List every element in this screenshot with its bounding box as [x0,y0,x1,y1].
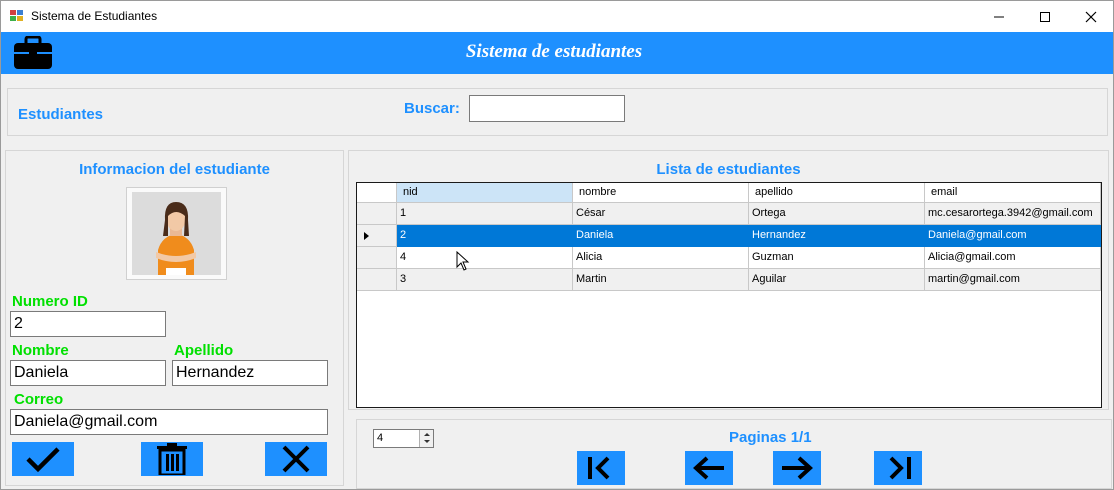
cell-email[interactable]: mc.cesarortega.3942@gmail.com [925,203,1101,225]
close-icon [1085,11,1097,22]
x-icon [282,445,310,473]
save-button[interactable] [12,442,74,476]
prev-page-button[interactable] [685,451,733,485]
cell-nid[interactable]: 2 [397,225,573,247]
student-info-panel: Informacion del estudiante Numero ID 2 N… [5,150,344,486]
first-page-icon [588,456,610,480]
spin-down-icon[interactable] [421,438,433,446]
form-title: Informacion del estudiante [79,161,270,178]
next-page-icon [782,456,813,480]
minimize-button[interactable] [976,1,1022,32]
cell-nid[interactable]: 4 [397,247,573,269]
student-photo-frame [126,187,227,280]
trash-icon [157,443,187,475]
window-title: Sistema de Estudiantes [31,9,158,23]
column-header-apellido[interactable]: apellido [749,183,925,203]
check-icon [26,447,60,473]
cell-apellido[interactable]: Ortega [749,203,925,225]
next-page-button[interactable] [773,451,821,485]
main-window: Sistema de Estudiantes Sistema de estudi… [0,0,1114,490]
page-size-value: 4 [377,432,384,444]
search-panel: Estudiantes Buscar: [7,88,1108,136]
cell-nombre[interactable]: Alicia [573,247,749,269]
cell-apellido[interactable]: Hernandez [749,225,925,247]
spin-up-icon[interactable] [421,430,433,438]
list-title: Lista de estudiantes [656,161,801,178]
page-size-stepper[interactable]: 4 [373,429,434,448]
row-header[interactable] [357,225,397,247]
cell-email[interactable]: Alicia@gmail.com [925,247,1101,269]
id-field[interactable]: 2 [10,311,166,337]
cell-nombre[interactable]: Martin [573,269,749,291]
search-label: Buscar: [404,100,460,117]
column-header-nid[interactable]: nid [397,183,573,203]
row-header[interactable] [357,269,397,291]
last-page-button[interactable] [874,451,922,485]
table-row-selected[interactable]: 2 Daniela Hernandez Daniela@gmail.com [357,225,1101,247]
stepper-arrows[interactable] [419,430,433,447]
column-header-email[interactable]: email [925,183,1101,203]
cell-email[interactable]: martin@gmail.com [925,269,1101,291]
cell-nid[interactable]: 3 [397,269,573,291]
students-grid[interactable]: nid nombre apellido email 1 César Ortega… [356,182,1102,408]
table-row[interactable]: 1 César Ortega mc.cesarortega.3942@gmail… [357,203,1101,225]
maximize-icon [1040,11,1050,22]
cell-nombre[interactable]: César [573,203,749,225]
pagination-panel: Paginas 1/1 [356,419,1112,489]
apellido-field[interactable]: Hernandez [172,360,328,386]
app-icon [10,10,24,22]
cell-apellido[interactable]: Guzman [749,247,925,269]
pagination-label: Paginas 1/1 [729,429,812,446]
row-header[interactable] [357,247,397,269]
grid-corner [357,183,397,203]
close-button[interactable] [1068,1,1114,32]
cell-apellido[interactable]: Aguilar [749,269,925,291]
first-page-button[interactable] [577,451,625,485]
correo-label: Correo [14,391,64,408]
mouse-cursor-icon [456,251,470,271]
row-header[interactable] [357,203,397,225]
search-input[interactable] [469,95,625,122]
cancel-button[interactable] [265,442,327,476]
section-label: Estudiantes [18,106,104,123]
nombre-field[interactable]: Daniela [10,360,166,386]
delete-button[interactable] [141,442,203,476]
grid-header-row: nid nombre apellido email [357,183,1101,203]
maximize-button[interactable] [1022,1,1068,32]
table-row[interactable]: 3 Martin Aguilar martin@gmail.com [357,269,1101,291]
prev-page-icon [693,456,724,480]
apellido-label: Apellido [174,342,234,359]
minimize-icon [994,16,1004,17]
correo-field[interactable]: Daniela@gmail.com [10,409,328,435]
cell-nombre[interactable]: Daniela [573,225,749,247]
student-photo [132,192,221,275]
cell-email[interactable]: Daniela@gmail.com [925,225,1101,247]
id-label: Numero ID [12,293,88,310]
cell-nid[interactable]: 1 [397,203,573,225]
current-row-arrow-icon [364,232,369,240]
header-title: Sistema de estudiantes [465,41,643,62]
title-bar: Sistema de Estudiantes [1,1,1113,32]
nombre-label: Nombre [12,342,69,359]
column-header-nombre[interactable]: nombre [573,183,749,203]
app-header: Sistema de estudiantes [1,32,1113,74]
last-page-icon [889,456,911,480]
